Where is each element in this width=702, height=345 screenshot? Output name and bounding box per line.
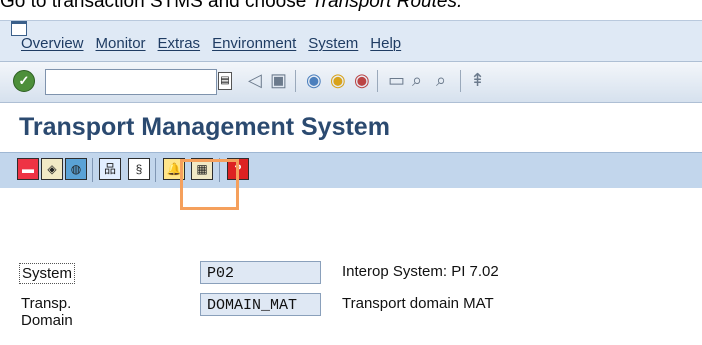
save-icon[interactable]: ▣ (270, 70, 287, 90)
first-page-icon[interactable]: ⇞ (470, 70, 485, 90)
toolbar-separator (460, 70, 461, 92)
domain-description: Transport domain MAT (342, 295, 494, 312)
system-description: Interop System: PI 7.02 (342, 263, 499, 280)
domain-value[interactable]: DOMAIN_MAT (200, 293, 321, 316)
menu-environment[interactable]: Environment (212, 35, 296, 52)
command-history-icon[interactable]: ▤ (218, 72, 232, 90)
caption-emphasis: Transport Routes. (311, 0, 463, 12)
system-overview-icon[interactable]: 品 (99, 158, 121, 180)
back-arrow-icon[interactable]: ◁ (248, 70, 262, 90)
standard-toolbar: ✓ ▤ ◁ ▣ ◉ ◉ ◉ ▭ ⌕ ⌕ ⇞ (0, 61, 702, 103)
menu-items: Overview Monitor Extras Environment Syst… (21, 35, 413, 52)
enter-button[interactable]: ✓ (13, 70, 35, 92)
application-toolbar: ▬ ◈ ◍ 品 § 🔔 ▦ ? (0, 152, 702, 188)
window-menu-icon[interactable] (11, 21, 27, 36)
instruction-caption: Go to transaction STMS and choose Transp… (0, 0, 462, 13)
menu-system[interactable]: System (308, 35, 358, 52)
cancel-icon[interactable]: ◉ (354, 70, 370, 90)
find-next-icon[interactable]: ⌕ (436, 70, 446, 90)
find-icon[interactable]: ⌕ (412, 70, 422, 90)
toolbar-separator (92, 158, 93, 182)
transport-routes-icon[interactable]: § (128, 158, 150, 180)
command-field[interactable] (45, 69, 217, 95)
package-icon[interactable]: ◈ (41, 158, 63, 180)
transport-routes-highlight (180, 159, 239, 210)
menu-overview[interactable]: Overview (21, 35, 84, 52)
truck-icon[interactable]: ▬ (17, 158, 39, 180)
menu-help[interactable]: Help (370, 35, 401, 52)
page-title: Transport Management System (19, 113, 390, 141)
menu-extras[interactable]: Extras (158, 35, 201, 52)
toolbar-separator (295, 70, 296, 92)
menu-bar: Overview Monitor Extras Environment Syst… (0, 20, 702, 61)
caption-prefix: Go to transaction STMS and choose (0, 0, 312, 12)
sap-window: Go to transaction STMS and choose Transp… (0, 0, 702, 345)
system-value[interactable]: P02 (200, 261, 321, 284)
menu-monitor[interactable]: Monitor (96, 35, 146, 52)
exit-icon[interactable]: ◉ (330, 70, 346, 90)
globe-icon[interactable]: ◍ (65, 158, 87, 180)
print-icon[interactable]: ▭ (388, 70, 405, 90)
toolbar-separator (377, 70, 378, 92)
system-label: System (19, 263, 76, 284)
back-icon[interactable]: ◉ (306, 70, 322, 90)
toolbar-separator (155, 158, 156, 182)
domain-label: Transp. Domain (21, 295, 73, 329)
